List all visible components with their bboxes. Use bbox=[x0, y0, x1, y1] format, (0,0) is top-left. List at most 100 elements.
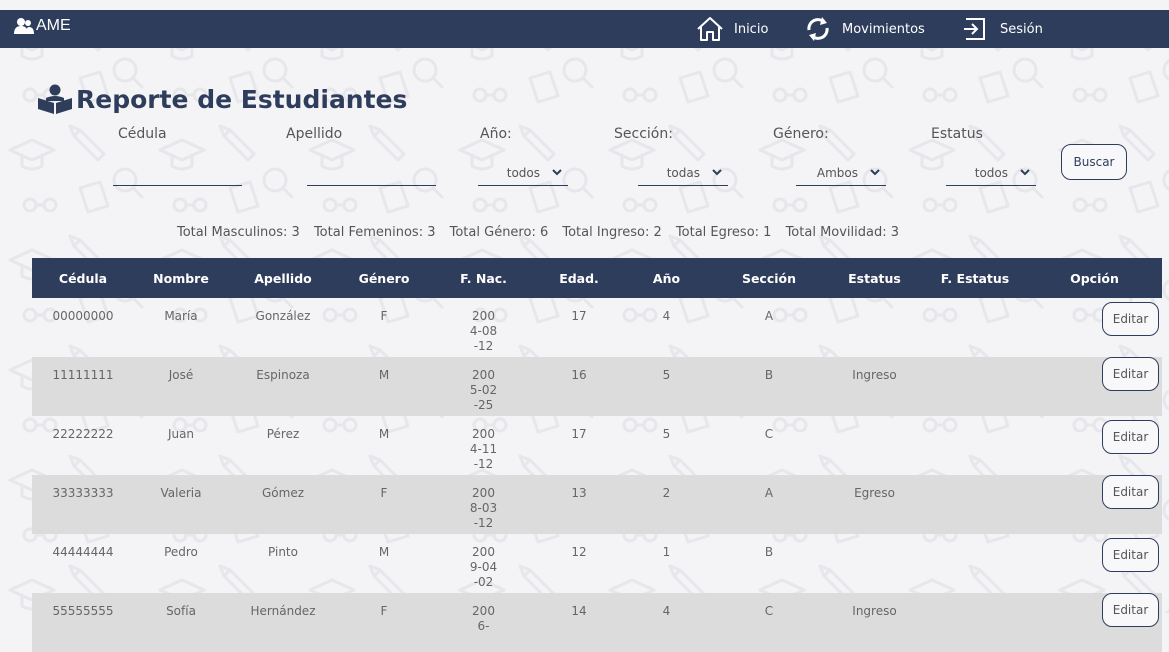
cell-genero: M bbox=[378, 368, 390, 382]
cell-cedula: 44444444 bbox=[52, 545, 114, 559]
edit-button[interactable]: Editar bbox=[1102, 302, 1159, 336]
cell-cedula: 00000000 bbox=[52, 309, 114, 323]
col-header-estatus: Estatus bbox=[848, 270, 901, 286]
filter-label-estatus: Estatus bbox=[931, 126, 983, 142]
students-table: Cédula Nombre Apellido Género F. Nac. Ed… bbox=[32, 258, 1162, 652]
page-title: Reporte de Estudiantes bbox=[36, 84, 407, 114]
cell-seccion: A bbox=[764, 309, 774, 323]
col-header-genero: Género bbox=[358, 270, 410, 286]
chevron-down-icon bbox=[552, 169, 562, 176]
cell-anio: 1 bbox=[662, 545, 671, 559]
brand-logo[interactable]: AME bbox=[14, 17, 71, 35]
cell-estatus: Ingreso bbox=[852, 368, 897, 382]
chevron-down-icon bbox=[870, 169, 880, 176]
genero-select-value: Ambos bbox=[816, 165, 858, 180]
table-row: 11111111 José Espinoza M 2005-02-25 16 5… bbox=[32, 357, 1162, 416]
cell-estatus bbox=[826, 298, 923, 357]
cell-fnac: 2004-08-12 bbox=[469, 309, 498, 353]
cell-anio: 5 bbox=[662, 368, 671, 382]
cell-estatus bbox=[826, 416, 923, 475]
cell-fnac: 2009-04-02 bbox=[469, 545, 498, 589]
estatus-select-value: todos bbox=[974, 165, 1008, 180]
cell-cedula: 11111111 bbox=[52, 368, 114, 382]
cell-anio: 2 bbox=[662, 486, 671, 500]
cell-seccion: C bbox=[764, 427, 774, 441]
apellido-input[interactable] bbox=[307, 160, 436, 186]
cell-cedula: 55555555 bbox=[52, 604, 114, 618]
filter-label-seccion: Sección: bbox=[614, 126, 673, 142]
cell-nombre: Sofía bbox=[166, 604, 196, 618]
cell-nombre: Juan bbox=[167, 427, 195, 441]
home-icon bbox=[697, 17, 723, 41]
col-header-festatus: F. Estatus bbox=[940, 270, 1010, 286]
buscar-button[interactable]: Buscar bbox=[1061, 144, 1127, 180]
cell-genero: F bbox=[380, 604, 388, 618]
brand-name: AME bbox=[36, 17, 71, 34]
total-masculinos: Total Masculinos: 3 bbox=[177, 225, 300, 240]
cell-anio: 5 bbox=[662, 427, 671, 441]
table-row: 33333333 Valeria Gómez F 2008-03-12 13 2… bbox=[32, 475, 1162, 534]
total-femeninos: Total Femeninos: 3 bbox=[313, 225, 436, 240]
cedula-input[interactable] bbox=[113, 160, 242, 186]
total-genero: Total Género: 6 bbox=[449, 225, 549, 240]
cell-anio: 4 bbox=[662, 309, 671, 323]
cell-fnac: 2005-02-25 bbox=[469, 368, 498, 412]
cell-estatus bbox=[826, 534, 923, 593]
page-title-text: Reporte de Estudiantes bbox=[76, 84, 408, 114]
cell-nombre: María bbox=[164, 309, 198, 323]
nav-label-inicio: Inicio bbox=[734, 21, 769, 37]
total-ingreso: Total Ingreso: 2 bbox=[562, 225, 662, 240]
nav-item-inicio[interactable]: Inicio bbox=[696, 14, 768, 44]
col-header-edad: Edad. bbox=[559, 270, 599, 286]
cell-fnac: 2006- bbox=[472, 604, 495, 633]
refresh-icon bbox=[807, 17, 829, 41]
anio-select[interactable]: todos bbox=[478, 160, 568, 186]
cell-festatus bbox=[923, 475, 1027, 534]
edit-button[interactable]: Editar bbox=[1102, 420, 1159, 454]
col-header-opcion: Opción bbox=[1070, 270, 1119, 286]
total-egreso: Total Egreso: 1 bbox=[675, 225, 772, 240]
totals-summary: Total Masculinos: 3 Total Femeninos: 3 T… bbox=[177, 225, 909, 240]
cell-seccion: B bbox=[764, 368, 774, 382]
cell-apellido: Gómez bbox=[261, 486, 304, 500]
navbar: AME Inicio Movimientos Sesión bbox=[0, 10, 1169, 48]
cell-festatus bbox=[923, 357, 1027, 416]
cell-edad: 14 bbox=[571, 604, 587, 618]
cell-edad: 17 bbox=[571, 309, 587, 323]
cell-apellido: Espinoza bbox=[256, 368, 310, 382]
nav-item-movimientos[interactable]: Movimientos bbox=[804, 14, 925, 44]
seccion-select-value: todas bbox=[666, 165, 700, 180]
table-row: 44444444 Pedro Pinto M 2009-04-02 12 1 B… bbox=[32, 534, 1162, 593]
cell-cedula: 33333333 bbox=[52, 486, 114, 500]
cell-festatus bbox=[923, 416, 1027, 475]
cell-fnac: 2004-11-12 bbox=[469, 427, 498, 471]
edit-button[interactable]: Editar bbox=[1102, 475, 1159, 509]
cell-seccion: C bbox=[764, 604, 774, 618]
cell-genero: M bbox=[378, 545, 390, 559]
nav-label-movimientos: Movimientos bbox=[842, 21, 925, 37]
seccion-select[interactable]: todas bbox=[638, 160, 728, 186]
filter-label-anio: Año: bbox=[480, 126, 512, 142]
table-header: Cédula Nombre Apellido Género F. Nac. Ed… bbox=[32, 258, 1162, 298]
cell-seccion: A bbox=[764, 486, 774, 500]
cell-seccion: B bbox=[764, 545, 774, 559]
cell-nombre: Valeria bbox=[160, 486, 202, 500]
cell-edad: 13 bbox=[571, 486, 587, 500]
estatus-select[interactable]: todos bbox=[946, 160, 1036, 186]
edit-button[interactable]: Editar bbox=[1102, 357, 1159, 391]
cell-estatus: Ingreso bbox=[852, 604, 897, 618]
edit-button[interactable]: Editar bbox=[1102, 538, 1159, 572]
table-row: 55555555 Sofía Hernández F 2006- 14 4 C … bbox=[32, 593, 1162, 652]
edit-button[interactable]: Editar bbox=[1102, 593, 1159, 627]
main-content: Reporte de Estudiantes Cédula Apellido A… bbox=[0, 48, 1169, 652]
cell-apellido: Pinto bbox=[268, 545, 298, 559]
genero-select[interactable]: Ambos bbox=[796, 160, 886, 186]
filter-label-cedula: Cédula bbox=[118, 126, 167, 142]
cell-apellido: González bbox=[255, 309, 311, 323]
cell-cedula: 22222222 bbox=[52, 427, 114, 441]
nav-item-sesion[interactable]: Sesión bbox=[962, 14, 1043, 44]
people-icon bbox=[14, 18, 34, 34]
filter-label-apellido: Apellido bbox=[286, 126, 343, 142]
chevron-down-icon bbox=[1020, 169, 1030, 176]
col-header-fnac: F. Nac. bbox=[460, 270, 507, 286]
